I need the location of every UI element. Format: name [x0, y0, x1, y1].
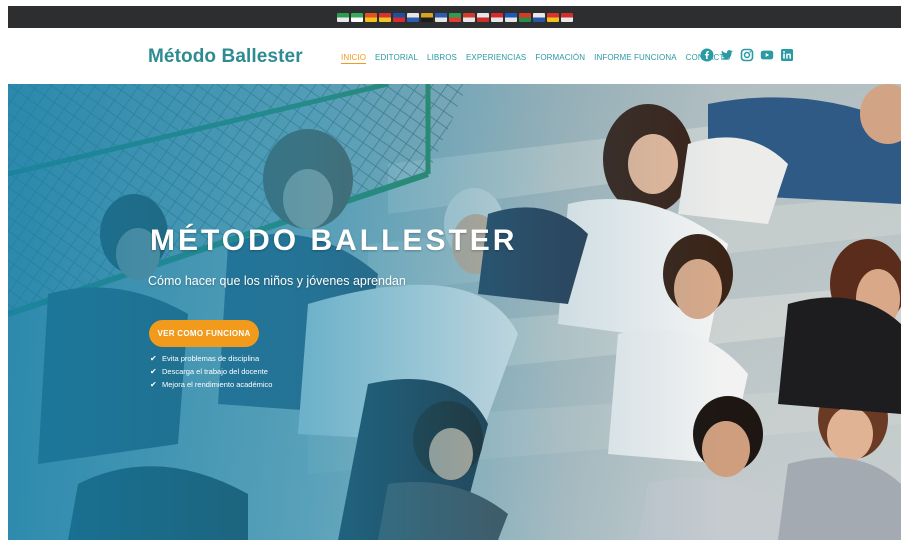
nav-item-experiencias[interactable]: EXPERIENCIAS: [466, 53, 526, 64]
facebook-icon[interactable]: [700, 48, 714, 62]
check-icon: ✔: [150, 354, 157, 363]
header-navbar: Método Ballester INICIO EDITORIAL LIBROS EX…: [8, 28, 901, 84]
flag-icon[interactable]: [462, 12, 475, 22]
nav-item-formación[interactable]: FORMACIÓN: [535, 53, 585, 64]
flag-icon[interactable]: [378, 12, 391, 22]
benefit-text: Evita problemas de disciplina: [162, 354, 260, 363]
benefit-list: ✔ Evita problemas de disciplina ✔ Descarga…: [150, 352, 272, 391]
flag-icon[interactable]: [420, 12, 433, 22]
flag-icon[interactable]: [546, 12, 559, 22]
main-menu: INICIO EDITORIAL LIBROS EXPERIENCIAS FORMACI…: [341, 53, 731, 64]
flag-icon[interactable]: [434, 12, 447, 22]
instagram-icon[interactable]: [740, 48, 754, 62]
flag-icon[interactable]: [504, 12, 517, 22]
linkedin-icon[interactable]: [780, 48, 794, 62]
check-icon: ✔: [150, 367, 157, 376]
hero-banner: MÉTODO BALLESTER Cómo hacer que los niño…: [8, 84, 901, 540]
check-icon: ✔: [150, 380, 157, 389]
benefit-text: Descarga el trabajo del docente: [162, 367, 268, 376]
social-links: [700, 48, 794, 62]
list-item: ✔ Descarga el trabajo del docente: [150, 365, 272, 378]
flag-icon[interactable]: [392, 12, 405, 22]
twitter-icon[interactable]: [720, 48, 734, 62]
see-how-it-works-button[interactable]: VER COMO FUNCIONA: [149, 320, 259, 347]
flag-icon[interactable]: [518, 12, 531, 22]
flag-icon[interactable]: [476, 12, 489, 22]
youtube-icon[interactable]: [760, 48, 774, 62]
site-logo[interactable]: Método Ballester: [148, 46, 303, 68]
benefit-text: Mejora el rendimiento académico: [162, 380, 273, 389]
language-bar: [8, 6, 901, 28]
flag-icon[interactable]: [350, 12, 363, 22]
nav-item-inicio[interactable]: INICIO: [341, 53, 367, 64]
flag-icon[interactable]: [336, 12, 349, 22]
nav-item-libros[interactable]: LIBROS: [427, 53, 457, 64]
hero-overlay: [8, 84, 901, 540]
flag-icon[interactable]: [364, 12, 377, 22]
flag-icon[interactable]: [406, 12, 419, 22]
hero-title: MÉTODO BALLESTER: [150, 224, 518, 257]
list-item: ✔ Evita problemas de disciplina: [150, 352, 272, 365]
flag-icon[interactable]: [490, 12, 503, 22]
flag-icon[interactable]: [532, 12, 545, 22]
flag-icon[interactable]: [560, 12, 573, 22]
nav-item-editorial[interactable]: EDITORIAL: [375, 53, 418, 64]
list-item: ✔ Mejora el rendimiento académico: [150, 378, 272, 391]
hero-subtitle: Cómo hacer que los niños y jóvenes apren…: [148, 274, 406, 288]
flag-icon[interactable]: [448, 12, 461, 22]
nav-item-informe-funciona[interactable]: INFORME FUNCIONA: [594, 53, 677, 64]
